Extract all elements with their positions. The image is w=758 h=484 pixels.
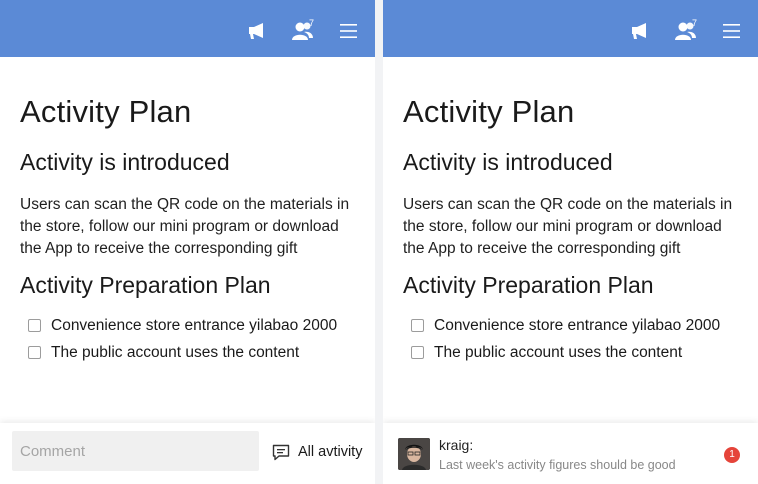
checkbox[interactable] <box>28 319 41 332</box>
announcement-icon[interactable] <box>247 20 267 42</box>
notification-user: kraig: <box>439 437 474 453</box>
people-count: 7 <box>309 18 315 28</box>
notification-message: Last week's activity figures should be g… <box>439 458 676 472</box>
intro-heading: Activity is introduced <box>403 149 613 175</box>
page-title: Activity Plan <box>20 94 192 129</box>
comment-bar: All avtivity <box>0 423 375 484</box>
top-bar: 7 <box>383 0 758 57</box>
page-title: Activity Plan <box>403 94 575 129</box>
comment-notification[interactable]: kraig: Last week's activity figures shou… <box>383 423 758 484</box>
checklist-item-text: The public account uses the content <box>51 344 300 361</box>
top-bar: 7 <box>0 0 375 57</box>
comment-icon <box>272 444 290 460</box>
right-screen: 7 Activity Plan Activity is introduced U… <box>383 0 758 484</box>
checklist-item: Convenience store entrance yilabao 2000 <box>411 312 742 339</box>
intro-text: Users can scan the QR code on the materi… <box>20 196 350 257</box>
checklist-item-text: Convenience store entrance yilabao 2000 <box>51 317 338 334</box>
document-body: Activity Plan Activity is introduced Use… <box>403 57 742 366</box>
checklist-item-text: Convenience store entrance yilabao 2000 <box>434 317 721 334</box>
all-activity-button[interactable]: All avtivity <box>272 441 362 463</box>
document-body: Activity Plan Activity is introduced Use… <box>20 57 359 366</box>
all-activity-label: All avtivity <box>298 444 363 460</box>
panel-divider <box>375 0 383 484</box>
left-screen: 7 Activity Plan Activity is introduced U… <box>0 0 375 484</box>
menu-icon[interactable] <box>340 20 358 42</box>
announcement-icon[interactable] <box>630 20 650 42</box>
avatar <box>398 438 430 470</box>
intro-text: Users can scan the QR code on the materi… <box>403 196 733 257</box>
menu-icon[interactable] <box>723 20 741 42</box>
intro-heading: Activity is introduced <box>20 149 230 175</box>
checklist-item: Convenience store entrance yilabao 2000 <box>28 312 359 339</box>
checklist-item: The public account uses the content <box>28 339 359 366</box>
prep-heading: Activity Preparation Plan <box>403 272 654 298</box>
prep-heading: Activity Preparation Plan <box>20 272 271 298</box>
checkbox[interactable] <box>411 346 424 359</box>
comment-input[interactable] <box>12 431 259 471</box>
checklist: Convenience store entrance yilabao 2000 … <box>403 312 742 366</box>
checklist: Convenience store entrance yilabao 2000 … <box>20 312 359 366</box>
checklist-item-text: The public account uses the content <box>434 344 683 361</box>
people-count: 7 <box>692 18 698 28</box>
checklist-item: The public account uses the content <box>411 339 742 366</box>
unread-badge: 1 <box>724 447 740 463</box>
checkbox[interactable] <box>28 346 41 359</box>
checkbox[interactable] <box>411 319 424 332</box>
